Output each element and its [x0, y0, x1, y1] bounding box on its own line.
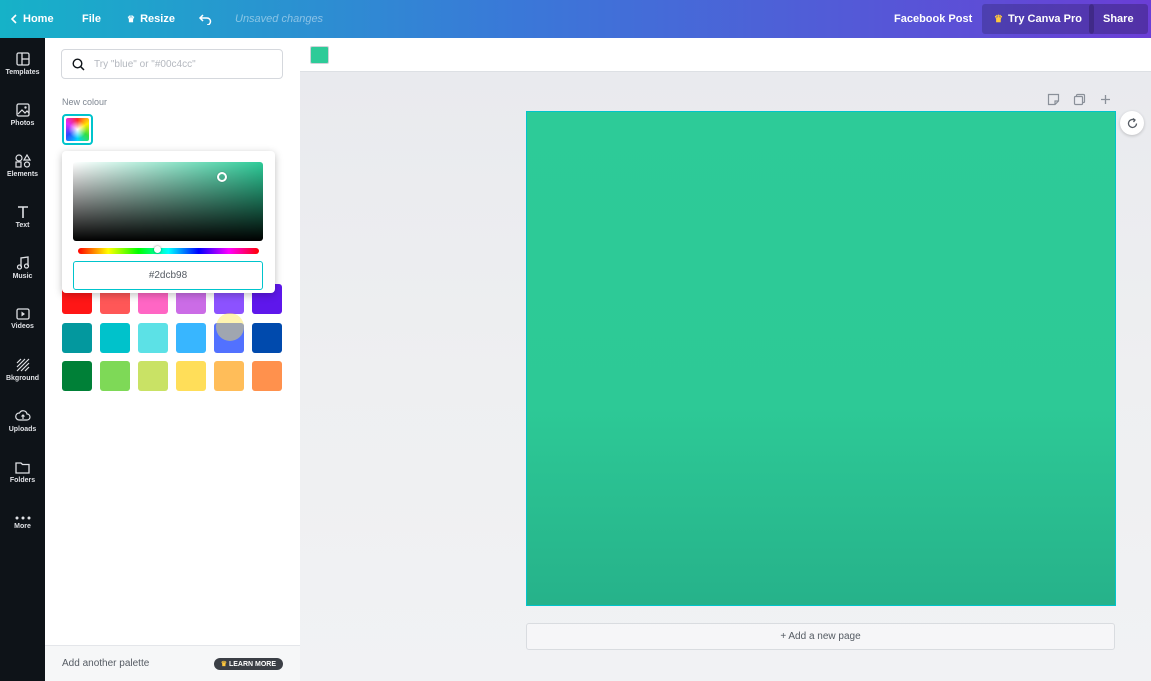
nav-label: Music — [12, 273, 33, 280]
background-colour-button[interactable] — [310, 46, 329, 64]
design-type-button[interactable]: Facebook Post — [894, 0, 972, 38]
hue-handle[interactable] — [154, 246, 162, 253]
panel-footer: Add another palette ♛ LEARN MORE — [45, 645, 300, 681]
crown-icon: ♛ — [220, 660, 227, 668]
nav-music[interactable]: Music — [0, 244, 45, 292]
nav-label: Bkground — [5, 375, 40, 382]
nav-elements[interactable]: Elements — [0, 142, 45, 190]
palette-swatch[interactable] — [176, 323, 206, 353]
rotate-button[interactable] — [1120, 111, 1144, 135]
palette-swatch[interactable] — [62, 361, 92, 391]
search-icon — [72, 57, 85, 71]
nav-templates[interactable]: Templates — [0, 40, 45, 88]
palette-swatch[interactable] — [100, 361, 130, 391]
undo-button[interactable] — [198, 0, 212, 38]
uploads-icon — [14, 410, 31, 421]
nav-label: Videos — [11, 323, 34, 330]
add-new-page-button[interactable]: + Add a new page — [526, 623, 1115, 650]
design-type-label: Facebook Post — [894, 13, 973, 25]
text-icon — [17, 206, 28, 218]
rotate-icon — [1127, 117, 1137, 128]
saturation-value-area[interactable] — [73, 162, 263, 241]
saturation-handle[interactable] — [217, 172, 227, 182]
chevron-left-icon — [10, 14, 17, 24]
file-menu[interactable]: File — [82, 0, 101, 38]
home-label: Home — [23, 13, 54, 25]
try-pro-label: Try Canva Pro — [1007, 13, 1082, 25]
duplicate-page-icon[interactable] — [1073, 93, 1086, 111]
nav-folders[interactable]: Folders — [0, 448, 45, 496]
nav-label: More — [14, 523, 31, 530]
videos-icon — [15, 308, 30, 320]
try-pro-button[interactable]: ♛ Try Canva Pro — [982, 4, 1094, 34]
palette-swatch[interactable] — [252, 361, 282, 391]
editor-toolbar — [300, 38, 1151, 72]
mouse-cursor-highlight — [216, 313, 244, 341]
palette-swatch[interactable] — [214, 361, 244, 391]
nav-label: Photos — [10, 120, 35, 127]
search-input[interactable]: Try "blue" or "#00c4cc" — [94, 59, 196, 70]
nav-label: Text — [15, 222, 30, 229]
nav-videos[interactable]: Videos — [0, 295, 45, 343]
color-panel: Try "blue" or "#00c4cc" New colour #2dcb… — [45, 38, 300, 681]
music-icon — [16, 256, 29, 270]
new-colour-label: New colour — [62, 97, 108, 107]
palette-swatch[interactable] — [62, 323, 92, 353]
add-page-icon[interactable] — [1099, 93, 1112, 111]
design-canvas[interactable] — [526, 111, 1116, 606]
share-button[interactable]: Share — [1089, 4, 1148, 34]
background-icon — [16, 358, 29, 372]
nav-text[interactable]: Text — [0, 193, 45, 241]
palette-swatch[interactable] — [176, 361, 206, 391]
home-button[interactable]: Home — [10, 0, 54, 38]
color-search[interactable]: Try "blue" or "#00c4cc" — [61, 49, 283, 79]
notes-icon[interactable] — [1047, 93, 1060, 111]
hue-slider[interactable] — [78, 246, 259, 254]
templates-icon — [15, 52, 30, 66]
nav-label: Elements — [6, 171, 39, 178]
unsaved-status: Unsaved changes — [235, 13, 324, 25]
palette-swatch[interactable] — [138, 323, 168, 353]
nav-more[interactable]: More — [0, 499, 45, 547]
top-bar: Home File ♛ Resize Unsaved changes Faceb… — [0, 0, 1151, 38]
nav-uploads[interactable]: Uploads — [0, 397, 45, 445]
file-label: File — [82, 13, 101, 25]
nav-label: Folders — [9, 476, 36, 484]
rainbow-swatch — [66, 118, 89, 141]
learn-more-button[interactable]: ♛ LEARN MORE — [213, 657, 283, 670]
hex-value: #2dcb98 — [148, 270, 188, 281]
undo-icon — [198, 14, 212, 25]
elements-icon — [14, 154, 31, 168]
add-new-colour-button[interactable] — [62, 114, 93, 145]
add-palette-link[interactable]: Add another palette — [62, 658, 149, 669]
nav-photos[interactable]: Photos — [0, 91, 45, 139]
resize-button[interactable]: ♛ Resize — [127, 0, 175, 38]
folders-icon — [15, 461, 30, 474]
crown-icon: ♛ — [127, 13, 136, 24]
palette-swatch[interactable] — [100, 323, 130, 353]
colour-picker-popup: #2dcb98 — [62, 151, 275, 293]
hex-input[interactable]: #2dcb98 — [73, 261, 263, 290]
resize-label: Resize — [140, 13, 175, 25]
nav-label: Templates — [5, 69, 40, 76]
crown-icon: ♛ — [994, 13, 1003, 25]
palette-swatch[interactable] — [252, 323, 282, 353]
side-nav: Templates Photos Elements Text Music Vid… — [0, 38, 45, 681]
nav-background[interactable]: Bkground — [0, 346, 45, 394]
palette-swatch[interactable] — [138, 361, 168, 391]
learn-more-label: LEARN MORE — [228, 660, 276, 668]
nav-label: Uploads — [8, 426, 37, 433]
share-label: Share — [1103, 13, 1134, 25]
more-icon — [15, 516, 30, 520]
photos-icon — [15, 103, 30, 117]
